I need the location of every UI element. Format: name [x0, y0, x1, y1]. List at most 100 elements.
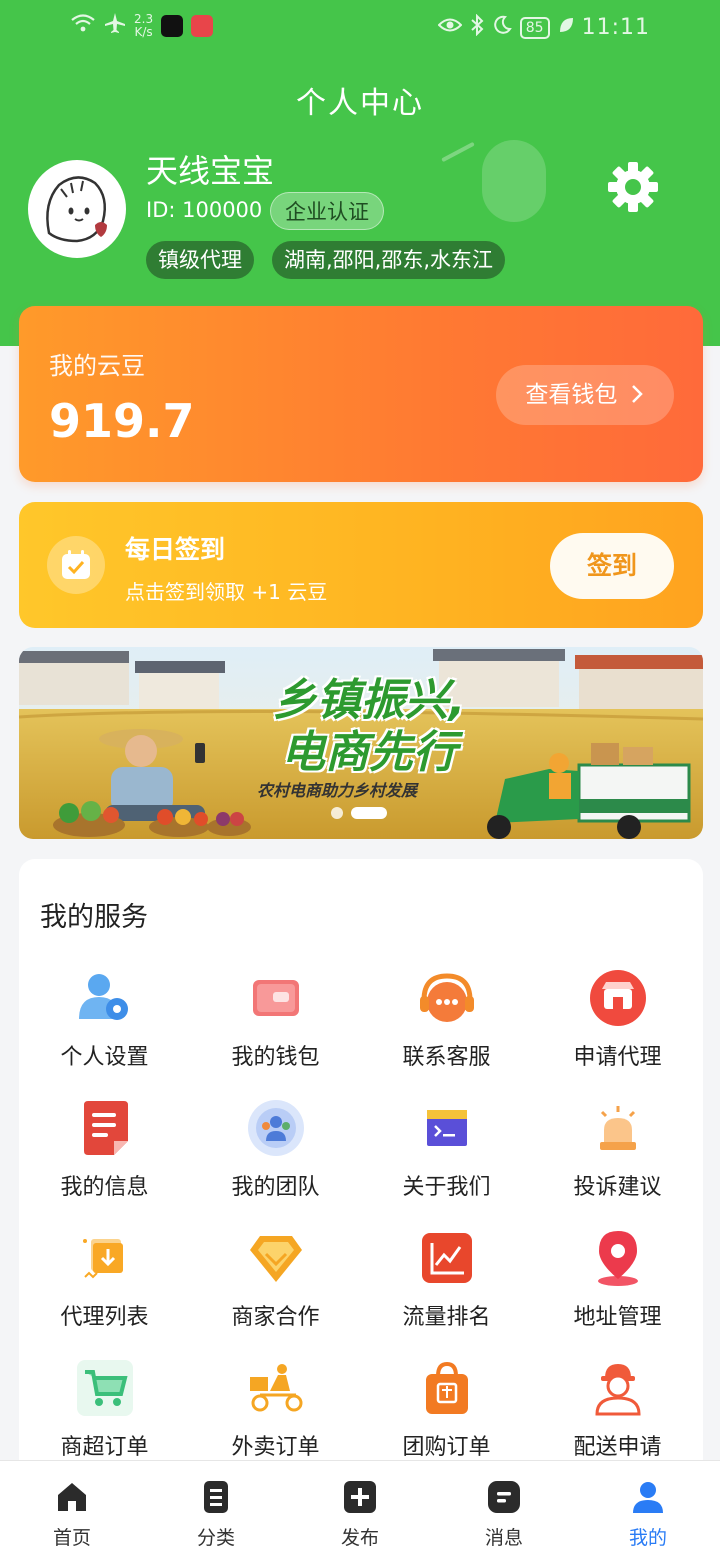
home-icon — [58, 1483, 86, 1511]
nav-label: 消息 — [484, 1527, 523, 1549]
services-card: 我的服务 个人设置 我的钱包 联系客服 申请代理 我的信息 我的团队 关于我们 … — [19, 859, 703, 1479]
promo-banner[interactable]: 乡镇振兴, 电商先行 农村电商助力乡村发展 — [19, 647, 703, 839]
service-apply-agent[interactable]: 申请代理 — [532, 967, 703, 1097]
service-label: 个人设置 — [60, 1045, 149, 1070]
trend-chart-icon — [416, 1227, 478, 1289]
nav-label: 我的 — [628, 1527, 667, 1549]
bluetooth-icon — [470, 13, 484, 41]
nav-category[interactable]: 分类 — [144, 1461, 288, 1560]
status-bar: 2.3 K/s 85 11:11 — [0, 0, 720, 56]
service-label: 投诉建议 — [573, 1175, 662, 1200]
wifi-icon — [70, 13, 96, 38]
service-label: 我的团队 — [231, 1175, 320, 1200]
eye-comfort-icon — [437, 16, 463, 39]
wallet-icon — [245, 967, 307, 1029]
nav-publish[interactable]: 发布 — [288, 1461, 432, 1560]
diamond-icon — [245, 1227, 307, 1289]
network-speed-value: 2.3 — [134, 11, 154, 26]
page-title: 个人中心 — [296, 86, 424, 121]
service-my-info[interactable]: 我的信息 — [19, 1097, 190, 1227]
profile-icon — [633, 1482, 663, 1513]
nav-label: 发布 — [340, 1527, 379, 1549]
banner-dot-active[interactable] — [351, 807, 387, 819]
category-icon — [204, 1481, 228, 1513]
bottom-nav: 首页 分类 发布 消息 我的 — [0, 1460, 720, 1560]
services-grid: 个人设置 我的钱包 联系客服 申请代理 我的信息 我的团队 关于我们 投诉建议 … — [19, 967, 703, 1487]
sign-in-subtitle: 点击签到领取 +1 云豆 — [125, 580, 328, 604]
service-label: 团购订单 — [402, 1435, 491, 1460]
service-label: 关于我们 — [402, 1175, 491, 1200]
nav-messages[interactable]: 消息 — [432, 1461, 576, 1560]
download-box-icon — [74, 1227, 136, 1289]
header-decoration — [482, 140, 546, 222]
location-pin-icon — [587, 1227, 649, 1289]
service-address-management[interactable]: 地址管理 — [532, 1227, 703, 1357]
clock: 11:11 — [581, 15, 650, 40]
daily-sign-in-card: 每日签到 点击签到领取 +1 云豆 签到 — [19, 502, 703, 628]
service-customer-service[interactable]: 联系客服 — [361, 967, 532, 1097]
document-icon — [74, 1097, 136, 1159]
nav-label: 分类 — [196, 1527, 235, 1549]
service-personal-settings[interactable]: 个人设置 — [19, 967, 190, 1097]
notification-app-icon — [191, 14, 214, 37]
avatar[interactable] — [28, 160, 126, 258]
service-merchant-cooperation[interactable]: 商家合作 — [190, 1227, 361, 1357]
service-label: 地址管理 — [573, 1305, 662, 1330]
service-complaints[interactable]: 投诉建议 — [532, 1097, 703, 1227]
alarm-icon — [587, 1097, 649, 1159]
sign-in-title: 每日签到 — [125, 535, 226, 564]
banner-title: 乡镇振兴, 电商先行 — [219, 675, 519, 779]
tiktok-app-icon — [161, 14, 184, 37]
service-label: 商家合作 — [231, 1305, 320, 1330]
delivery-scooter-icon — [245, 1357, 307, 1419]
terminal-icon — [416, 1097, 478, 1159]
chevron-right-icon — [625, 382, 645, 408]
user-settings-icon — [74, 967, 136, 1029]
store-icon — [587, 967, 649, 1029]
customer-service-icon — [416, 967, 478, 1029]
service-label: 我的钱包 — [231, 1045, 320, 1070]
nav-home[interactable]: 首页 — [0, 1461, 144, 1560]
service-my-team[interactable]: 我的团队 — [190, 1097, 361, 1227]
service-label: 联系客服 — [402, 1045, 491, 1070]
banner-title-line1: 乡镇振兴, — [272, 675, 466, 726]
wallet-card: 我的云豆 919.7 查看钱包 — [19, 306, 703, 482]
banner-dot[interactable] — [331, 807, 343, 819]
courier-icon — [587, 1357, 649, 1419]
airplane-icon — [104, 12, 126, 39]
service-traffic-ranking[interactable]: 流量排名 — [361, 1227, 532, 1357]
wallet-balance: 919.7 — [49, 394, 195, 448]
battery-indicator: 85 — [519, 16, 550, 39]
shopping-cart-icon — [74, 1357, 136, 1419]
service-label: 我的信息 — [60, 1175, 149, 1200]
banner-title-line2: 电商先行 — [281, 727, 457, 778]
user-id: ID: 100000 — [146, 198, 263, 222]
banner-pagination — [331, 807, 387, 819]
service-label: 外卖订单 — [231, 1435, 320, 1460]
gear-icon[interactable] — [606, 160, 660, 214]
message-icon — [488, 1481, 520, 1513]
view-wallet-button[interactable]: 查看钱包 — [496, 365, 674, 425]
service-label: 配送申请 — [573, 1435, 662, 1460]
wallet-label: 我的云豆 — [49, 352, 145, 380]
sign-in-button[interactable]: 签到 — [550, 533, 674, 599]
calendar-check-icon — [47, 536, 105, 594]
service-label: 流量排名 — [402, 1305, 491, 1330]
services-title: 我的服务 — [40, 902, 148, 933]
nav-label: 首页 — [52, 1527, 91, 1549]
leaf-icon — [558, 16, 574, 39]
group-bag-icon — [416, 1357, 478, 1419]
service-my-wallet[interactable]: 我的钱包 — [190, 967, 361, 1097]
team-icon — [245, 1097, 307, 1159]
service-about-us[interactable]: 关于我们 — [361, 1097, 532, 1227]
service-label: 商超订单 — [60, 1435, 149, 1460]
moon-icon — [492, 15, 512, 40]
username: 天线宝宝 — [146, 152, 275, 190]
enterprise-verify-badge[interactable]: 企业认证 — [270, 192, 384, 230]
region-tag: 湖南,邵阳,邵东,水东江 — [272, 241, 506, 279]
service-label: 代理列表 — [60, 1305, 149, 1330]
service-agent-list[interactable]: 代理列表 — [19, 1227, 190, 1357]
network-speed-unit: K/s — [134, 24, 153, 39]
view-wallet-label: 查看钱包 — [525, 382, 618, 408]
nav-profile[interactable]: 我的 — [576, 1461, 720, 1560]
